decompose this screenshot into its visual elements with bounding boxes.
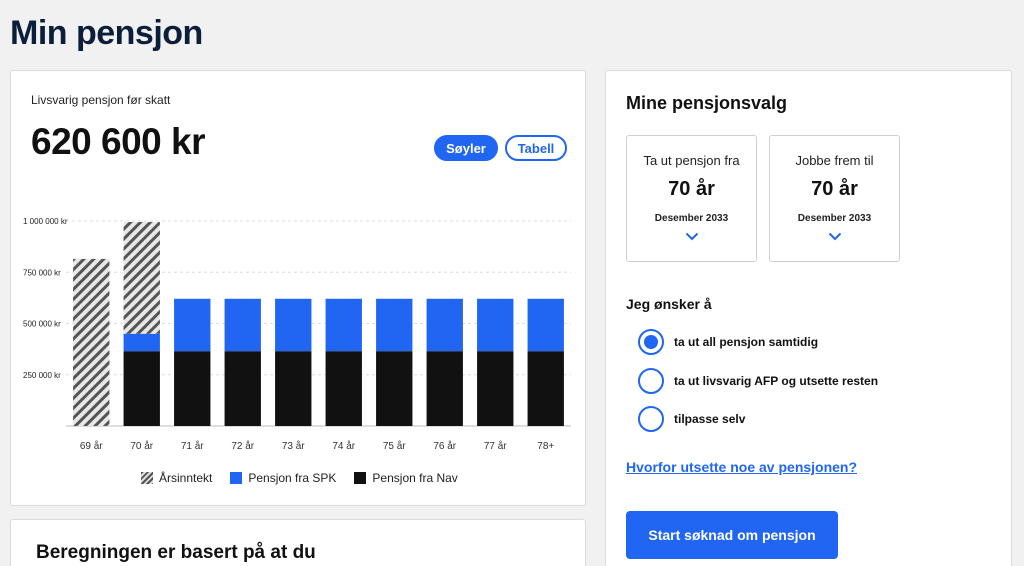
work-until-selector[interactable]: Jobbe frem til 70 år Desember 2033 — [769, 135, 900, 262]
legend-item-spk[interactable]: Pensjon fra SPK — [230, 471, 336, 485]
bar-segment[interactable] — [527, 298, 564, 352]
radio-option-custom[interactable]: tilpasse selv — [638, 406, 745, 432]
pension-subtitle: Livsvarig pensjon før skatt — [31, 93, 171, 107]
start-application-button[interactable]: Start søknad om pensjon — [626, 511, 838, 559]
pension-amount: 620 600 kr — [31, 121, 206, 162]
start-pension-selector[interactable]: Ta ut pensjon fra 70 år Desember 2033 — [626, 135, 757, 262]
pension-bar-chart: 1 000 000 kr 750 000 kr 500 000 kr 250 000 … — [23, 217, 571, 452]
bar-segment[interactable] — [477, 351, 514, 426]
bar-segment[interactable] — [325, 351, 362, 426]
bar-segment[interactable] — [527, 351, 564, 426]
legend-label: Pensjon fra SPK — [248, 471, 337, 485]
x-tick-label: 75 år — [383, 440, 406, 452]
radio-label: tilpasse selv — [674, 412, 746, 426]
radio-button[interactable] — [638, 368, 664, 394]
bar-segment[interactable] — [224, 298, 261, 352]
bar-segment[interactable] — [224, 351, 261, 426]
radio-label: ta ut livsvarig AFP og utsette resten — [674, 374, 879, 388]
x-tick-label: 73 år — [282, 440, 305, 452]
legend-item-nav[interactable]: Pensjon fra Nav — [354, 471, 458, 485]
options-title: Mine pensjonsvalg — [626, 93, 788, 113]
legend-label: Årsinntekt — [159, 471, 213, 485]
x-tick-label: 70 år — [130, 440, 153, 452]
pension-chart-card: Livsvarig pensjon før skatt 620 600 kr S… — [10, 70, 586, 506]
page-title: Min pensjon — [10, 14, 203, 52]
bar-segment[interactable] — [123, 222, 160, 334]
radio-option-all-at-once[interactable]: ta ut all pensjon samtidig — [638, 329, 818, 355]
basis-title: Beregningen er basert på at du — [36, 542, 316, 563]
black-swatch-icon — [354, 472, 367, 484]
chevron-down-icon[interactable] — [770, 232, 899, 241]
x-tick-label: 78+ — [537, 441, 554, 452]
bar-segment[interactable] — [275, 298, 312, 352]
radio-button[interactable] — [638, 406, 664, 432]
legend-item-income[interactable]: Årsinntekt — [141, 471, 212, 485]
radio-button[interactable] — [638, 329, 664, 355]
choice-date: Desember 2033 — [654, 213, 729, 224]
table-view-button[interactable]: Tabell — [505, 135, 567, 161]
choice-date: Desember 2033 — [797, 213, 872, 224]
x-tick-label: 69 år — [80, 440, 103, 452]
blue-swatch-icon — [230, 472, 243, 484]
hatch-swatch-icon — [141, 472, 153, 484]
bar-segment[interactable] — [174, 351, 211, 426]
bar-segment[interactable] — [73, 258, 110, 426]
bar-segment[interactable] — [477, 298, 514, 352]
bar-segment[interactable] — [275, 351, 312, 426]
y-tick-label: 500 000 kr — [23, 320, 61, 329]
bar-segment[interactable] — [123, 333, 160, 352]
x-tick-label: 71 år — [181, 440, 204, 452]
pension-options-card: Mine pensjonsvalg Ta ut pensjon fra 70 å… — [605, 70, 1012, 566]
x-tick-label: 74 år — [332, 440, 355, 452]
legend-label: Pensjon fra Nav — [372, 471, 458, 485]
why-defer-link[interactable]: Hvorfor utsette noe av pensjonen? — [626, 459, 857, 475]
bar-segment[interactable] — [376, 351, 413, 426]
wish-title: Jeg ønsker å — [626, 296, 712, 312]
x-tick-label: 76 år — [433, 440, 456, 452]
y-tick-label: 250 000 kr — [23, 371, 61, 380]
choice-label: Ta ut pensjon fra — [643, 153, 740, 168]
choice-value: 70 år — [668, 178, 715, 200]
bar-segment[interactable] — [426, 298, 463, 352]
bar-segment[interactable] — [376, 298, 413, 352]
chevron-down-icon[interactable] — [627, 232, 756, 241]
chart-legend: Årsinntekt Pensjon fra SPK Pensjon fra N… — [141, 471, 458, 485]
bars-view-button[interactable]: Søyler — [434, 135, 498, 161]
bar-segment[interactable] — [426, 351, 463, 426]
radio-label: ta ut all pensjon samtidig — [674, 335, 819, 349]
x-tick-label: 72 år — [231, 440, 254, 452]
y-tick-label: 1 000 000 kr — [23, 217, 68, 226]
bar-segment[interactable] — [325, 298, 362, 352]
y-tick-label: 750 000 kr — [23, 268, 61, 277]
basis-card: Beregningen er basert på at du — [10, 519, 586, 566]
bar-segment[interactable] — [123, 351, 160, 426]
x-tick-label: 77 år — [484, 440, 507, 452]
choice-label: Jobbe frem til — [795, 153, 874, 168]
bar-segment[interactable] — [174, 298, 211, 352]
radio-option-afp-defer[interactable]: ta ut livsvarig AFP og utsette resten — [638, 368, 878, 394]
choice-value: 70 år — [811, 178, 858, 200]
